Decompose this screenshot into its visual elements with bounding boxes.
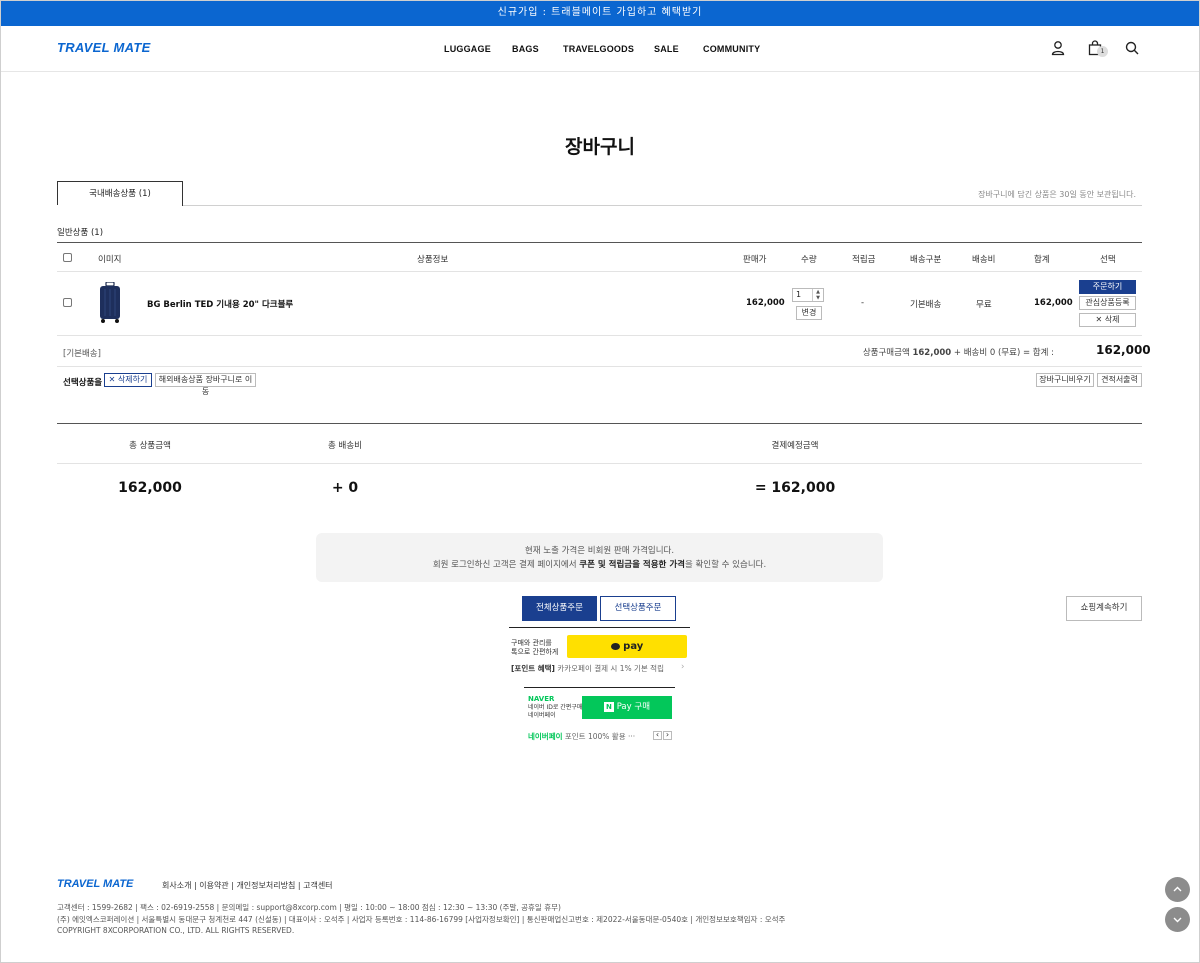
total-pay-label: 결제예정금액 (771, 441, 819, 451)
nav-travelgoods[interactable]: TRAVELGOODS (563, 44, 634, 54)
price-notice: 현재 노출 가격은 비회원 판매 가격입니다. 회원 로그인하신 고객은 결제 … (316, 533, 883, 582)
product-ship-type: 기본배송 (910, 300, 942, 310)
print-estimate-button[interactable]: 견적서출력 (1097, 373, 1142, 387)
product-price: 162,000 (746, 298, 785, 308)
delete-item-button[interactable]: ✕ 삭제 (1079, 313, 1136, 327)
header-image: 이미지 (98, 255, 122, 265)
summary-suffix: + 배송비 0 (무료) = 합계 : (951, 348, 1054, 358)
product-points: - (861, 298, 865, 308)
header-price: 판매가 (743, 255, 767, 265)
section-title: 일반상품 (1) (57, 228, 104, 238)
naver-desc: 네이버 ID로 간편구매 네이버페이 (528, 704, 582, 720)
kakao-benefit[interactable]: [포인트 혜택] 카카오페이 결제 시 1% 기본 적립 (511, 663, 664, 674)
nav-sale[interactable]: SALE (654, 44, 679, 54)
kakao-benefit-tag: [포인트 혜택] (511, 664, 555, 673)
product-total: 162,000 (1034, 298, 1073, 308)
select-all-checkbox[interactable] (63, 253, 72, 262)
quantity-stepper[interactable]: ▲ ▼ (812, 289, 823, 301)
naver-prev-icon[interactable]: ‹ (653, 731, 662, 740)
naver-pay-label: Pay 구매 (616, 702, 651, 712)
suitcase-thumbnail[interactable] (97, 282, 123, 324)
user-icon[interactable] (1050, 40, 1066, 56)
empty-cart-button[interactable]: 장바구니비우기 (1036, 373, 1094, 387)
continue-shopping-button[interactable]: 쇼핑계속하기 (1066, 596, 1142, 621)
header-ship-type: 배송구분 (910, 255, 942, 265)
header-total: 합계 (1034, 255, 1050, 265)
quantity-change-button[interactable]: 변경 (796, 306, 822, 320)
row-checkbox[interactable] (63, 298, 72, 307)
move-overseas-button[interactable]: 해외배송상품 장바구니로 이동 (155, 373, 256, 396)
notice-line2-prefix: 회원 로그인하신 고객은 결제 페이지에서 (432, 560, 580, 570)
naver-next-icon[interactable]: › (663, 731, 672, 740)
page-title: 장바구니 (565, 136, 635, 158)
naver-promo[interactable]: 네이버페이 포인트 100% 활용 ··· (528, 731, 635, 742)
cart-keep-note: 장바구니에 담긴 상품은 30일 동안 보관됩니다. (978, 190, 1136, 199)
notice-line1: 현재 노출 가격은 비회원 판매 가격입니다. (524, 546, 675, 556)
selected-items-label: 선택상품을 (63, 378, 103, 388)
naver-promo-tag: 네이버페이 (528, 732, 563, 741)
total-shipping-value: + 0 (331, 480, 359, 496)
summary-prefix: 상품구매금액 (862, 348, 913, 358)
order-selected-button[interactable]: 선택상품주문 (600, 596, 676, 621)
notice-line2-bold: 쿠폰 및 적립금을 적용한 가격 (579, 560, 685, 570)
kakao-desc: 구매와 관리를 톡으로 간편하게 (511, 639, 558, 657)
scroll-bottom-button[interactable] (1165, 907, 1190, 932)
header-info: 상품정보 (417, 255, 449, 265)
summary-amount: 162,000 (912, 348, 952, 358)
chevron-up-icon (1173, 886, 1182, 892)
order-item-button[interactable]: 주문하기 (1079, 280, 1136, 294)
notice-line2-suffix: 을 확인할 수 있습니다. (684, 560, 767, 570)
naver-desc-line2: 네이버페이 (528, 712, 556, 719)
naver-desc-line1: 네이버 ID로 간편구매 (528, 704, 583, 711)
tab-divider (183, 205, 1142, 206)
site-header: TRAVEL MATE LUGGAGE BAGS TRAVELGOODS SAL… (0, 26, 1200, 72)
order-all-button[interactable]: 전체상품주문 (522, 596, 597, 621)
site-logo[interactable]: TRAVEL MATE (57, 40, 151, 55)
notice-line2: 회원 로그인하신 고객은 결제 페이지에서 쿠폰 및 적립금을 적용한 가격을 … (316, 558, 883, 572)
summary-total: 162,000 (1096, 343, 1151, 357)
header-qty: 수량 (801, 255, 817, 265)
promo-bar[interactable]: 신규가입 : 트래블메이트 가입하고 혜택받기 (0, 0, 1200, 26)
tab-domestic[interactable]: 국내배송상품 (1) (57, 181, 183, 206)
order-summary: 상품구매금액 162,000 + 배송비 0 (무료) = 합계 : (863, 346, 1054, 358)
product-ship-fee: 무료 (976, 300, 992, 310)
total-product-label: 총 상품금액 (129, 441, 171, 451)
product-name[interactable]: BG Berlin TED 기내용 20" 다크블루 (147, 298, 293, 310)
nav-community[interactable]: COMMUNITY (703, 44, 760, 54)
shipping-group-label: [기본배송] (63, 349, 101, 359)
naver-brand: NAVER (528, 695, 555, 703)
kakao-desc-line2: 톡으로 간편하게 (511, 648, 559, 656)
kakao-benefit-text: 카카오페이 결제 시 1% 기본 적립 (554, 664, 664, 673)
chevron-down-icon (1173, 917, 1182, 923)
nav-bags[interactable]: BAGS (512, 44, 539, 54)
naver-n-icon: N (603, 702, 614, 712)
footer-logo[interactable]: TRAVEL MATE (57, 878, 133, 890)
cart-count-badge: 1 (1097, 46, 1108, 57)
header-points: 적립금 (852, 255, 876, 265)
naver-promo-text: 포인트 100% 활용 ··· (562, 732, 636, 741)
wishlist-button[interactable]: 관심상품등록 (1079, 296, 1136, 310)
search-icon[interactable] (1124, 40, 1140, 56)
kakao-pay-label: pay (623, 641, 644, 652)
total-pay-value: = 162,000 (754, 480, 836, 496)
header-select: 선택 (1100, 255, 1116, 265)
total-shipping-label: 총 배송비 (328, 441, 362, 451)
nav-luggage[interactable]: LUGGAGE (444, 44, 491, 54)
kakao-talk-icon (610, 643, 620, 650)
scroll-top-button[interactable] (1165, 877, 1190, 902)
delete-selected-button[interactable]: ✕ 삭제하기 (104, 373, 152, 387)
kakao-pay-button[interactable]: pay (567, 635, 687, 658)
footer-links[interactable]: 회사소개 | 이용약관 | 개인정보처리방침 | 고객센터 (162, 880, 333, 891)
footer-info-line1: 고객센터 : 1599-2682 | 팩스 : 02-6919-2558 | 문… (57, 903, 561, 912)
total-product-value: 162,000 (118, 480, 182, 496)
header-ship-fee: 배송비 (972, 255, 996, 265)
footer-copyright: COPYRIGHT 8XCORPORATION CO., LTD. ALL RI… (57, 926, 295, 935)
kakao-desc-line1: 구매와 관리를 (511, 639, 552, 647)
chevron-right-icon[interactable]: › (681, 662, 684, 672)
footer-info-line2: (주) 에잇엑스코퍼레이션 | 서울특별시 동대문구 청계천로 447 (신설동… (57, 915, 786, 924)
naver-pay-button[interactable]: N Pay 구매 (582, 696, 672, 719)
